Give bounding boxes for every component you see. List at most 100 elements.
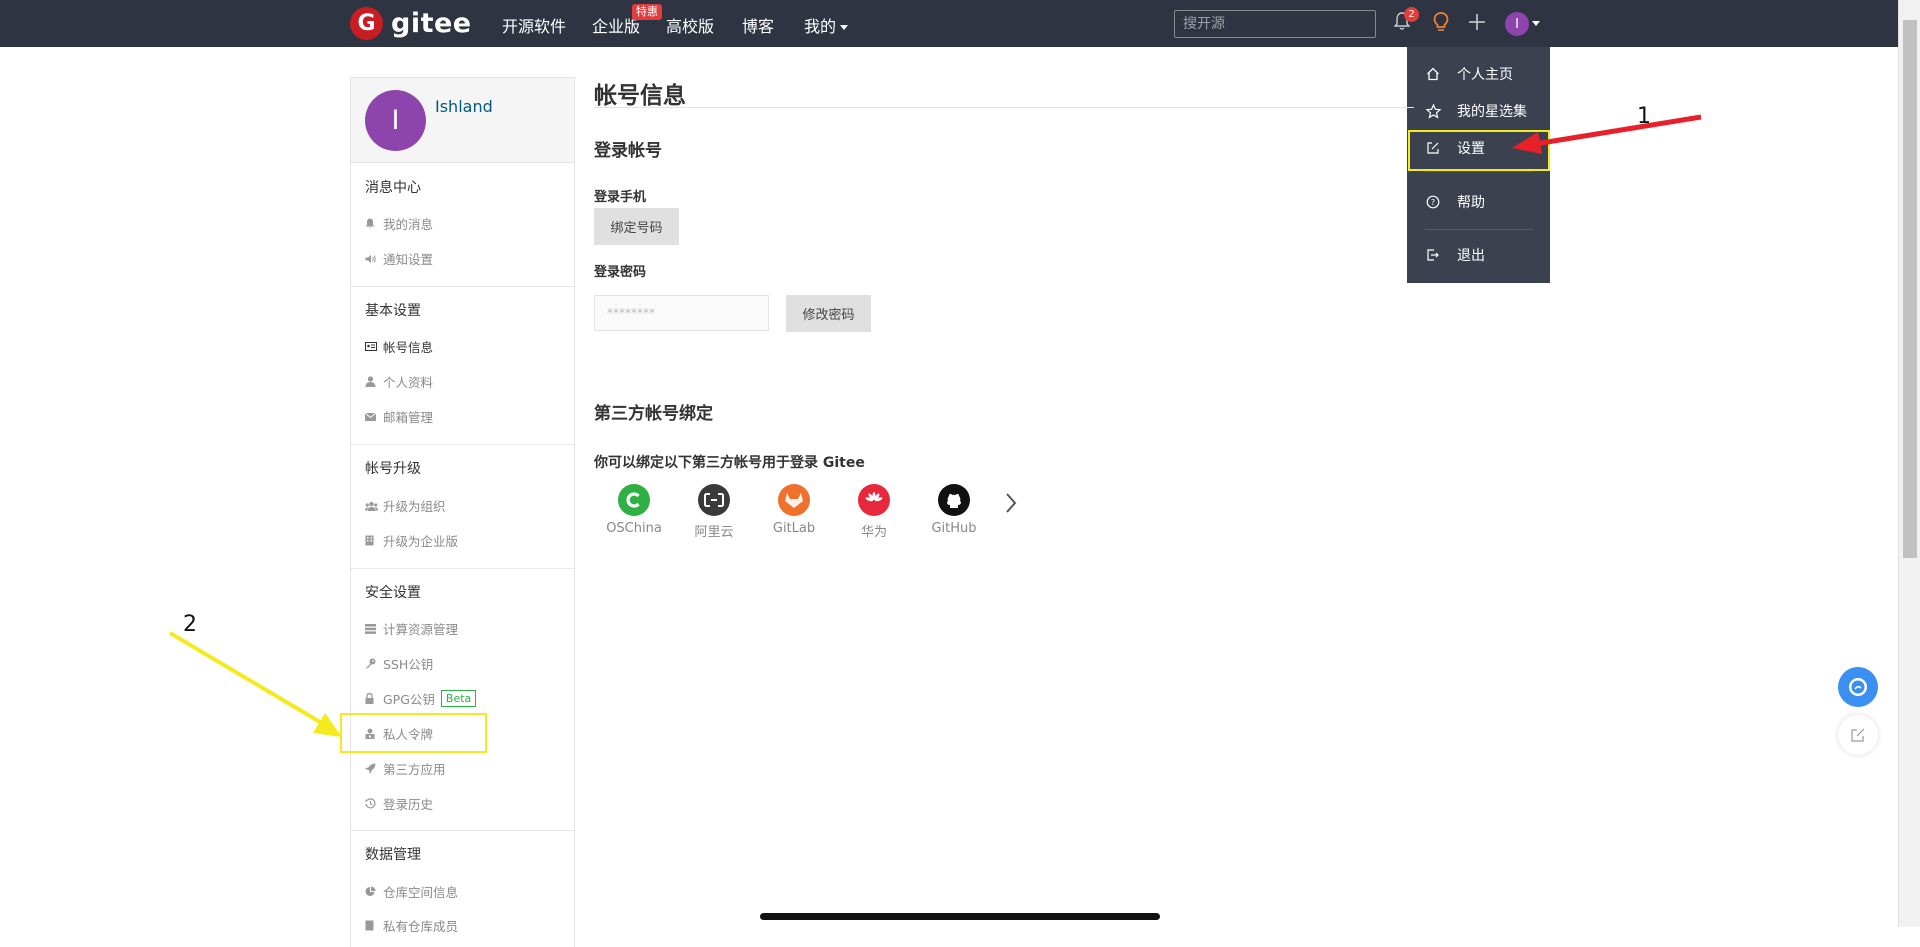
nav-mine[interactable]: 我的 <box>804 13 849 37</box>
menu-item-starred-label: 我的星选集 <box>1457 104 1527 120</box>
vertical-scrollbar[interactable] <box>1898 0 1920 927</box>
password-field[interactable] <box>594 295 769 331</box>
sidebar-item-label: 仓库空间信息 <box>383 885 459 900</box>
provider-huawei[interactable]: 华为 <box>842 484 906 540</box>
menu-divider <box>1425 229 1533 230</box>
server-icon <box>365 623 379 634</box>
sidebar-item-label: 我的消息 <box>383 217 434 232</box>
bind-phone-button[interactable]: 绑定号码 <box>594 208 679 245</box>
sidebar-item-label: SSH公钥 <box>383 657 434 672</box>
provider-name: OSChina <box>606 521 662 536</box>
feedback-edit-icon[interactable] <box>1838 715 1878 755</box>
lightbulb-icon[interactable] <box>1432 11 1450 37</box>
help-icon: ? <box>1426 195 1442 209</box>
sidebar-item-private-repo-members[interactable]: 私有仓库成员 <box>365 916 458 935</box>
sidebar-item-ssh-keys[interactable]: SSH公钥 <box>365 654 433 673</box>
sidebar-item-email[interactable]: 邮箱管理 <box>365 407 433 426</box>
menu-item-logout[interactable]: 退出 <box>1407 238 1550 272</box>
nav-mine-label: 我的 <box>804 17 837 36</box>
huawei-icon <box>858 484 890 516</box>
section-title-messages: 消息中心 <box>365 180 421 196</box>
scrollbar-thumb[interactable] <box>1903 20 1917 558</box>
settings-sidebar: I Ishland 消息中心 我的消息 通知设置 基本设置 帐号信息 个人资料 … <box>350 77 575 947</box>
sidebar-item-gpg-keys[interactable]: GPG公钥 Beta <box>365 689 477 708</box>
sidebar-item-login-history[interactable]: 登录历史 <box>365 794 433 813</box>
search-input[interactable] <box>1174 10 1376 38</box>
home-indicator <box>760 913 1160 920</box>
nav-blog[interactable]: 博客 <box>742 13 774 37</box>
menu-item-help-label: 帮助 <box>1457 195 1485 211</box>
sidebar-item-label: 个人资料 <box>383 375 434 390</box>
profile-card: I Ishland <box>351 78 574 163</box>
plus-icon[interactable] <box>1468 13 1486 35</box>
menu-divider <box>1425 171 1533 172</box>
profile-avatar[interactable]: I <box>365 90 426 151</box>
bell-icon <box>365 218 379 229</box>
login-account-heading: 登录帐号 <box>594 141 662 161</box>
red-arrow-shaft <box>1534 114 1702 147</box>
building-icon <box>365 535 379 546</box>
menu-item-homepage[interactable]: 个人主页 <box>1407 57 1550 91</box>
star-icon <box>1426 103 1442 119</box>
sidebar-item-compute-resources[interactable]: 计算资源管理 <box>365 619 458 638</box>
sidebar-item-label: 帐号信息 <box>383 340 434 355</box>
sidebar-item-label: 私有仓库成员 <box>383 919 459 934</box>
nav-education[interactable]: 高校版 <box>666 13 714 37</box>
phone-label: 登录手机 <box>594 190 647 205</box>
section-title-basic: 基本设置 <box>365 303 421 319</box>
provider-oschina[interactable]: OSChina <box>602 484 666 536</box>
sidebar-item-label: 升级为企业版 <box>383 534 459 549</box>
sidebar-item-label: 通知设置 <box>383 252 434 267</box>
sidebar-item-label: 升级为组织 <box>383 499 446 514</box>
annotation-arrows <box>168 114 1702 737</box>
aliyun-icon <box>698 484 730 516</box>
profile-username[interactable]: Ishland <box>435 97 493 116</box>
token-highlight-box <box>340 713 487 753</box>
provider-name: 阿里云 <box>694 525 734 540</box>
logout-icon <box>1426 248 1442 262</box>
sidebar-item-repo-storage[interactable]: 仓库空间信息 <box>365 882 458 901</box>
sidebar-item-my-messages[interactable]: 我的消息 <box>365 214 433 233</box>
sidebar-item-account-info[interactable]: 帐号信息 <box>365 337 433 356</box>
building-icon <box>365 920 379 931</box>
sidebar-item-label: 邮箱管理 <box>383 410 434 425</box>
user-avatar[interactable]: I <box>1505 12 1529 36</box>
page-title: 帐号信息 <box>594 83 686 109</box>
sidebar-item-notification-settings[interactable]: 通知设置 <box>365 249 433 268</box>
home-icon <box>1426 67 1442 81</box>
svg-text:?: ? <box>1431 198 1435 207</box>
pie-chart-icon <box>365 886 379 897</box>
sidebar-item-upgrade-enterprise[interactable]: 升级为企业版 <box>365 531 458 550</box>
chat-assistant-icon[interactable] <box>1838 667 1878 707</box>
annotation-number-1: 1 <box>1637 104 1651 129</box>
top-navbar: G gitee 开源软件 企业版 特惠 高校版 博客 我的 2 I <box>0 0 1898 47</box>
sidebar-divider <box>351 568 574 569</box>
sidebar-divider <box>351 286 574 287</box>
provider-github[interactable]: GitHub <box>922 484 986 536</box>
third-party-heading: 第三方帐号绑定 <box>594 404 713 424</box>
yellow-arrow-shaft <box>168 631 322 724</box>
sidebar-item-label: 第三方应用 <box>383 762 446 777</box>
avatar-chevron-down-icon[interactable] <box>1532 21 1540 26</box>
settings-highlight-box <box>1408 130 1550 171</box>
sidebar-item-label: 计算资源管理 <box>383 622 459 637</box>
menu-item-help[interactable]: ? 帮助 <box>1407 185 1550 219</box>
provider-aliyun[interactable]: 阿里云 <box>682 484 746 540</box>
nav-open-source[interactable]: 开源软件 <box>502 13 566 37</box>
key-icon <box>365 658 379 669</box>
sidebar-item-upgrade-org[interactable]: 升级为组织 <box>365 496 446 515</box>
chevron-right-icon[interactable] <box>1005 492 1017 518</box>
github-icon <box>938 484 970 516</box>
rocket-icon <box>365 763 379 774</box>
change-password-button[interactable]: 修改密码 <box>786 295 871 332</box>
sidebar-item-label: GPG公钥 <box>383 692 435 707</box>
sidebar-item-label: 登录历史 <box>383 797 434 812</box>
sidebar-divider <box>351 444 574 445</box>
sidebar-item-profile[interactable]: 个人资料 <box>365 372 433 391</box>
sidebar-item-third-party-apps[interactable]: 第三方应用 <box>365 759 446 778</box>
menu-item-starred[interactable]: 我的星选集 <box>1407 94 1550 128</box>
beta-badge: Beta <box>440 690 477 707</box>
provider-gitlab[interactable]: GitLab <box>762 484 826 536</box>
sidebar-divider <box>351 830 574 831</box>
gitee-logo[interactable]: G gitee <box>350 7 472 40</box>
